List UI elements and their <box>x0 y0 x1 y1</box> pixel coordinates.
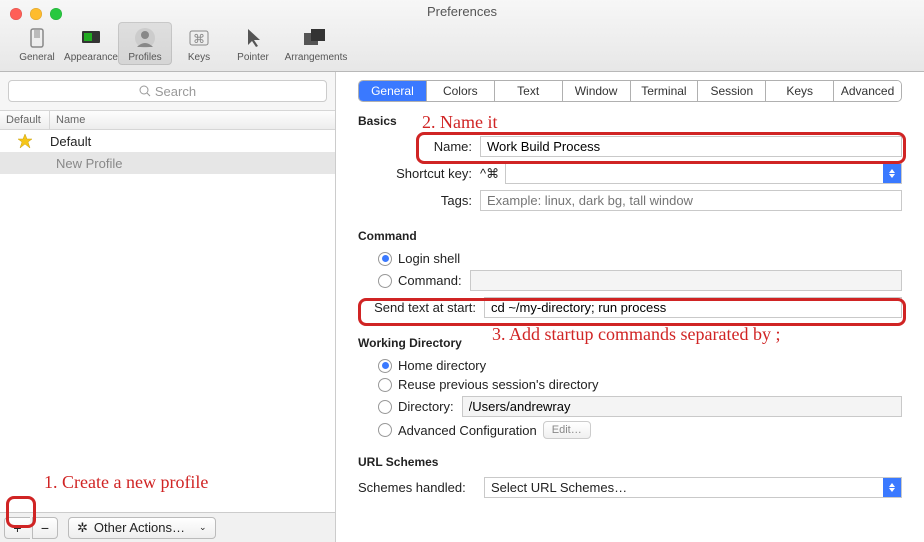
radio-icon <box>378 252 392 266</box>
radio-icon <box>378 423 392 437</box>
toolbar-arrangements[interactable]: Arrangements <box>280 22 352 65</box>
radio-icon <box>378 378 392 392</box>
shortcut-hint: ^⌘ <box>480 166 499 182</box>
edit-button[interactable]: Edit… <box>543 421 591 439</box>
star-icon <box>17 133 33 149</box>
profiles-list[interactable]: Default New Profile <box>0 130 335 512</box>
profile-row-new[interactable]: New Profile <box>0 152 335 174</box>
search-icon <box>139 85 151 97</box>
preferences-window: Preferences General Appearance Profiles … <box>0 0 924 542</box>
radio-icon <box>378 274 392 288</box>
tab-colors[interactable]: Colors <box>426 81 494 101</box>
radio-home-dir[interactable]: Home directory <box>358 358 902 373</box>
person-icon <box>132 25 158 51</box>
remove-profile-button[interactable]: − <box>32 517 58 539</box>
toolbar-pointer[interactable]: Pointer <box>226 22 280 65</box>
updown-arrow-icon <box>883 478 901 497</box>
search-input[interactable]: Search <box>8 80 327 102</box>
preferences-toolbar: General Appearance Profiles ⌘ Keys Point… <box>10 22 352 65</box>
titlebar: Preferences General Appearance Profiles … <box>0 0 924 72</box>
tab-session[interactable]: Session <box>697 81 765 101</box>
directory-field[interactable] <box>462 396 902 417</box>
window-title: Preferences <box>0 4 924 19</box>
cursor-icon <box>240 25 266 51</box>
svg-text:⌘: ⌘ <box>193 32 205 46</box>
gear-icon: ✲ <box>77 520 88 536</box>
schemes-label: Schemes handled: <box>358 480 484 495</box>
tab-window[interactable]: Window <box>562 81 630 101</box>
shortcut-label: Shortcut key: <box>362 166 480 181</box>
tab-keys[interactable]: Keys <box>765 81 833 101</box>
radio-reuse-dir[interactable]: Reuse previous session's directory <box>358 377 902 392</box>
profiles-sidebar: Search Default Name Default New Profile <box>0 72 336 542</box>
radio-advanced-config[interactable]: Advanced Configuration Edit… <box>358 421 902 439</box>
chevron-down-icon: ⌄ <box>199 522 207 533</box>
add-profile-button[interactable]: + <box>4 517 30 539</box>
name-label: Name: <box>404 139 480 154</box>
col-name[interactable]: Name <box>50 111 335 129</box>
switch-icon <box>24 25 50 51</box>
section-workdir: Working Directory Home directory Reuse p… <box>358 336 902 443</box>
section-url-schemes: URL Schemes Schemes handled: Select URL … <box>358 455 902 504</box>
windows-icon <box>301 25 331 51</box>
send-label: Send text at start: <box>358 300 484 315</box>
profile-settings-main: General Colors Text Window Terminal Sess… <box>336 72 924 542</box>
section-command: Command Login shell Command: Send text a… <box>358 229 902 324</box>
command-key-icon: ⌘ <box>186 25 212 51</box>
tab-advanced[interactable]: Advanced <box>833 81 901 101</box>
toolbar-keys[interactable]: ⌘ Keys <box>172 22 226 65</box>
toolbar-appearance[interactable]: Appearance <box>64 22 118 65</box>
toolbar-profiles[interactable]: Profiles <box>118 22 172 65</box>
content: Search Default Name Default New Profile <box>0 72 924 542</box>
tags-field[interactable] <box>480 190 902 211</box>
sidebar-footer: + − ✲ Other Actions… ⌄ <box>0 512 335 542</box>
tab-text[interactable]: Text <box>494 81 562 101</box>
tab-general[interactable]: General <box>359 81 426 101</box>
toolbar-general[interactable]: General <box>10 22 64 65</box>
section-basics: Basics Name: Shortcut key: ^⌘ Tags: <box>358 114 902 217</box>
radio-login-shell[interactable]: Login shell <box>358 251 902 266</box>
settings-tabs: General Colors Text Window Terminal Sess… <box>358 80 902 102</box>
radio-icon <box>378 359 392 373</box>
tags-label: Tags: <box>404 193 480 208</box>
name-field[interactable] <box>480 136 902 157</box>
col-default[interactable]: Default <box>0 111 50 129</box>
other-actions-dropdown[interactable]: ✲ Other Actions… ⌄ <box>68 517 216 539</box>
radio-command[interactable]: Command: <box>358 270 902 291</box>
radio-icon <box>378 400 392 414</box>
profile-row-default[interactable]: Default <box>0 130 335 152</box>
shortcut-combo[interactable] <box>505 163 902 184</box>
monitor-icon <box>78 25 104 51</box>
send-text-field[interactable] <box>484 297 902 318</box>
list-header: Default Name <box>0 110 335 130</box>
radio-directory[interactable]: Directory: <box>358 396 902 417</box>
updown-arrow-icon <box>883 164 901 183</box>
tab-terminal[interactable]: Terminal <box>630 81 698 101</box>
command-field[interactable] <box>470 270 902 291</box>
schemes-combo[interactable]: Select URL Schemes… <box>484 477 902 498</box>
